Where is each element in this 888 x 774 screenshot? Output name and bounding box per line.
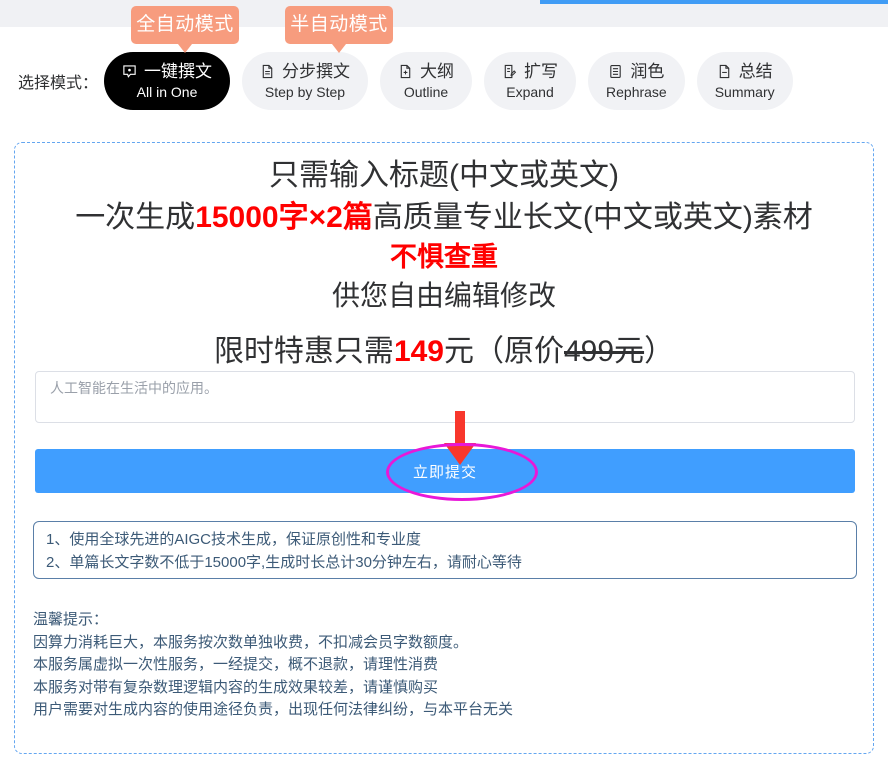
submit-button-container: 立即提交 bbox=[35, 449, 855, 493]
mode-pill-all-in-one[interactable]: 一键撰文 All in One bbox=[104, 52, 231, 110]
mode-label-cn: 总结 bbox=[738, 61, 773, 81]
top-blue-accent-bar bbox=[540, 0, 888, 4]
callout-full-auto-label: 全自动模式 bbox=[136, 14, 234, 35]
submit-button[interactable]: 立即提交 bbox=[35, 449, 855, 493]
promo-line-4: 供您自由编辑修改 bbox=[331, 280, 556, 311]
promo-line-2: 一次生成15000字×2篇高质量专业长文(中文或英文)素材 bbox=[15, 197, 873, 239]
mode-selector-label: 选择模式： bbox=[18, 75, 99, 92]
document-plus-icon bbox=[398, 64, 413, 79]
mode-pill-rephrase[interactable]: 润色 Rephrase bbox=[588, 52, 685, 110]
document-list-icon bbox=[608, 64, 623, 79]
promo-line-2-prefix: 一次生成 bbox=[75, 201, 196, 234]
tip-line-3: 本服务对带有复杂数理逻辑内容的生成效果较差，请谨慎购买 bbox=[33, 678, 439, 696]
mode-label-cn: 大纲 bbox=[420, 61, 455, 81]
callout-full-auto: 全自动模式 bbox=[131, 6, 239, 53]
promo-word-count-highlight: 15000字×2篇 bbox=[195, 201, 373, 234]
service-notes-box: 1、使用全球先进的AIGC技术生成，保证原创性和专业度 2、单篇长文字数不低于1… bbox=[33, 521, 857, 579]
mode-label-en: Expand bbox=[506, 83, 554, 100]
document-edit-icon bbox=[502, 64, 517, 79]
promo-no-plagiarism: 不惧查重 bbox=[390, 242, 498, 272]
callout-semi-auto-label: 半自动模式 bbox=[290, 14, 388, 35]
promo-line-1: 只需输入标题(中文或英文) bbox=[269, 159, 619, 192]
mode-label-cn: 润色 bbox=[630, 61, 665, 81]
price-original-struck: 499元 bbox=[564, 335, 645, 368]
service-note-1: 1、使用全球先进的AIGC技术生成，保证原创性和专业度 bbox=[46, 531, 422, 548]
tip-line-4: 用户需要对生成内容的使用途径负责，出现任何法律纠纷，与本平台无关 bbox=[33, 701, 514, 718]
title-input[interactable] bbox=[35, 371, 855, 423]
mode-pill-outline[interactable]: 大纲 Outline bbox=[380, 52, 473, 110]
warm-tips-block: 温馨提示： 因算力消耗巨大，本服务按次数单独收费，不扣减会员字数额度。 本服务属… bbox=[33, 609, 863, 722]
mode-pill-expand[interactable]: 扩写 Expand bbox=[484, 52, 577, 110]
callout-semi-auto: 半自动模式 bbox=[285, 6, 393, 53]
mode-label-en: All in One bbox=[136, 83, 198, 100]
mode-pill-step-by-step[interactable]: 分步撰文 Step by Step bbox=[242, 52, 369, 110]
mode-label-en: Summary bbox=[714, 83, 775, 100]
callout-tail-icon bbox=[332, 44, 346, 53]
callout-tail-icon bbox=[178, 44, 192, 53]
document-lines-icon bbox=[260, 64, 275, 79]
tip-line-1: 因算力消耗巨大，本服务按次数单独收费，不扣减会员字数额度。 bbox=[33, 633, 469, 651]
main-offer-panel: 只需输入标题(中文或英文) 一次生成15000字×2篇高质量专业长文(中文或英文… bbox=[14, 142, 874, 754]
mode-label-en: Outline bbox=[403, 83, 449, 100]
mode-selector-row: 选择模式： 一键撰文 All in One 分步撰文 Step by Step 大纲 Ou… bbox=[0, 50, 888, 112]
mode-pill-list: 一键撰文 All in One 分步撰文 Step by Step 大纲 Outline 扩… bbox=[104, 52, 805, 110]
title-input-container bbox=[35, 371, 855, 423]
price-suffix: ） bbox=[644, 335, 675, 368]
document-page-icon bbox=[717, 64, 732, 79]
promo-price-line: 限时特惠只需149元（原价499元） bbox=[15, 331, 873, 373]
mode-label-cn: 一键撰文 bbox=[144, 61, 213, 81]
tip-line-2: 本服务属虚拟一次性服务，一经提交，概不退款，请理性消费 bbox=[33, 656, 439, 673]
comment-dot-icon bbox=[122, 64, 137, 79]
service-note-2: 2、单篇长文字数不低于15000字,生成时长总计30分钟左右，请耐心等待 bbox=[46, 554, 522, 571]
mode-label-en: Step by Step bbox=[264, 83, 346, 100]
tips-heading: 温馨提示： bbox=[33, 611, 109, 628]
mode-label-cn: 扩写 bbox=[524, 61, 559, 81]
promo-block: 只需输入标题(中文或英文) 一次生成15000字×2篇高质量专业长文(中文或英文… bbox=[15, 143, 873, 373]
promo-line-2-suffix: 高质量专业长文(中文或英文)素材 bbox=[372, 201, 813, 234]
price-middle: 元（原价 bbox=[444, 335, 564, 368]
mode-label-en: Rephrase bbox=[606, 83, 667, 100]
price-amount: 149 bbox=[393, 335, 444, 368]
mode-label-cn: 分步撰文 bbox=[282, 61, 351, 81]
price-prefix: 限时特惠只需 bbox=[213, 335, 394, 368]
mode-pill-summary[interactable]: 总结 Summary bbox=[696, 52, 793, 110]
